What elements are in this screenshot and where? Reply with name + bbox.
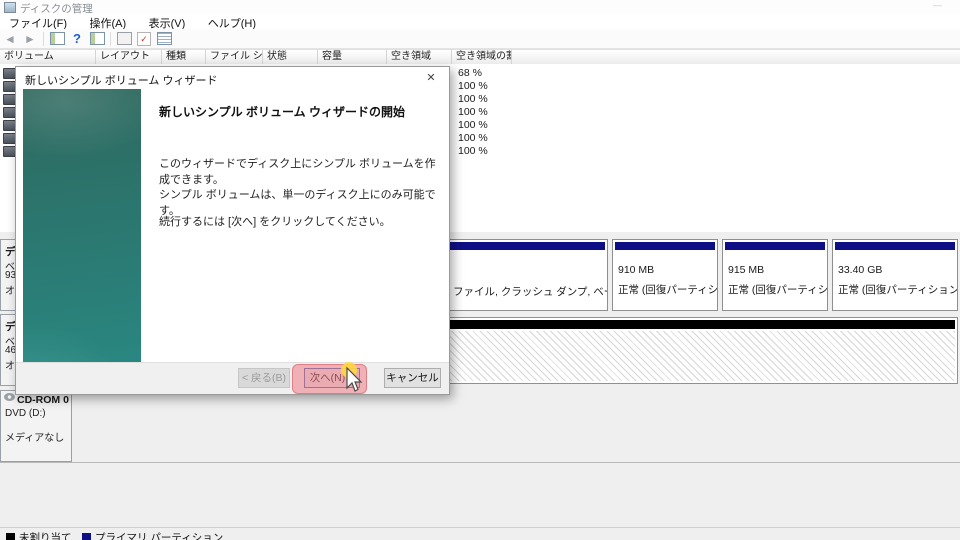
primary-partition-band [725, 242, 825, 250]
details-view-icon[interactable] [155, 31, 173, 47]
free-percent-value: 100 % [458, 93, 488, 105]
new-simple-volume-wizard-dialog: 新しいシンプル ボリューム ウィザード ✕ 新しいシンプル ボリューム ウィザー… [15, 66, 450, 395]
column-filler [512, 50, 960, 64]
legend-bar: 未割り当て プライマリ パーティション [0, 527, 960, 540]
cancel-button[interactable]: キャンセル [384, 368, 441, 388]
wizard-heading: 新しいシンプル ボリューム ウィザードの開始 [159, 105, 405, 119]
column-capacity[interactable]: 容量 [318, 50, 387, 64]
partition-status: 正常 (回復パーティション) [728, 284, 828, 296]
check-list-icon[interactable]: ✓ [135, 31, 153, 47]
column-layout[interactable]: レイアウト [96, 50, 162, 64]
column-free-space[interactable]: 空き領域 [387, 50, 452, 64]
title-bar: ディスクの管理 — [0, 0, 960, 15]
menu-bar: ファイル(F) 操作(A) 表示(V) ヘルプ(H) [0, 14, 960, 30]
column-volume[interactable]: ボリューム [0, 50, 96, 64]
free-percent-value: 100 % [458, 80, 488, 92]
window-controls[interactable]: — [933, 0, 948, 10]
cdrom-name: CD-ROM 0 [17, 394, 69, 406]
column-free-percent[interactable]: 空き領域の割... [452, 50, 512, 64]
column-type[interactable]: 種類 [162, 50, 206, 64]
help-icon[interactable]: ? [68, 31, 86, 47]
toolbar-separator [110, 31, 111, 46]
cdrom-media-status: メディアなし [5, 433, 65, 444]
primary-partition-band [835, 242, 955, 250]
volume-table-header: ボリューム レイアウト 種類 ファイル システム 状態 容量 空き領域 空き領域… [0, 49, 960, 65]
disk0-partition-recovery1[interactable]: 910 MB 正常 (回復パーティション) [612, 239, 718, 311]
free-percent-value: 100 % [458, 106, 488, 118]
disk0-partition-recovery2[interactable]: 915 MB 正常 (回復パーティション) [722, 239, 828, 311]
primary-partition-band [615, 242, 715, 250]
partition-status: 正常 (回復パーティション) [838, 284, 958, 296]
wizard-body-line1: このウィザードでディスク上にシンプル ボリュームを作成できます。 [159, 158, 436, 186]
partition-status-fragment: ファイル, クラッシュ ダンプ, ベーシック データ パ [453, 286, 607, 298]
unallocated-legend-label: 未割り当て [19, 532, 72, 540]
console-tree-icon[interactable] [48, 31, 66, 47]
forward-arrow-icon[interactable]: ► [21, 31, 39, 47]
disk0-partition-recovery3[interactable]: 33.40 GB 正常 (回復パーティション) [832, 239, 958, 311]
mouse-cursor-icon [338, 361, 364, 398]
primary-partition-legend-label: プライマリ パーティション [94, 532, 224, 540]
free-percent-value: 68 % [458, 67, 482, 79]
partition-size: 33.40 GB [838, 264, 883, 276]
wizard-button-strip: < 戻る(B) 次へ(N) > キャンセル [16, 362, 449, 394]
cd-disc-icon [4, 393, 15, 401]
partition-size: 915 MB [728, 264, 765, 276]
partition-status: 正常 (回復パーティション) [618, 284, 718, 296]
unallocated-legend-swatch [6, 533, 15, 540]
app-icon [4, 2, 16, 13]
partition-size: 910 MB [618, 264, 655, 276]
free-percent-value: 100 % [458, 145, 488, 157]
column-filesystem[interactable]: ファイル システム [206, 50, 263, 64]
primary-partition-legend-swatch [81, 533, 91, 540]
toolbar-separator [43, 31, 44, 46]
wizard-title-bar[interactable]: 新しいシンプル ボリューム ウィザード ✕ [16, 67, 449, 89]
cdrom-row-divider [0, 462, 960, 463]
back-button[interactable]: < 戻る(B) [238, 368, 290, 388]
wizard-title: 新しいシンプル ボリューム ウィザード [25, 75, 218, 87]
cdrom-drive: DVD (D:) [5, 408, 46, 419]
disk-management-window: ディスクの管理 — ファイル(F) 操作(A) 表示(V) ヘルプ(H) ◄ ►… [0, 0, 960, 540]
action-pane-icon[interactable] [115, 31, 133, 47]
close-icon[interactable]: ✕ [423, 71, 439, 84]
properties-window-icon[interactable] [88, 31, 106, 47]
cdrom-panel[interactable]: CD-ROM 0 DVD (D:) メディアなし [0, 390, 72, 462]
back-arrow-icon[interactable]: ◄ [1, 31, 19, 47]
wizard-sidebar-image [23, 89, 141, 365]
toolbar: ◄ ► ? ✓ [0, 29, 960, 49]
column-status[interactable]: 状態 [263, 50, 318, 64]
free-percent-value: 100 % [458, 132, 488, 144]
free-percent-value: 100 % [458, 119, 488, 131]
wizard-body-line3: 続行するには [次へ] をクリックしてください。 [159, 216, 391, 228]
